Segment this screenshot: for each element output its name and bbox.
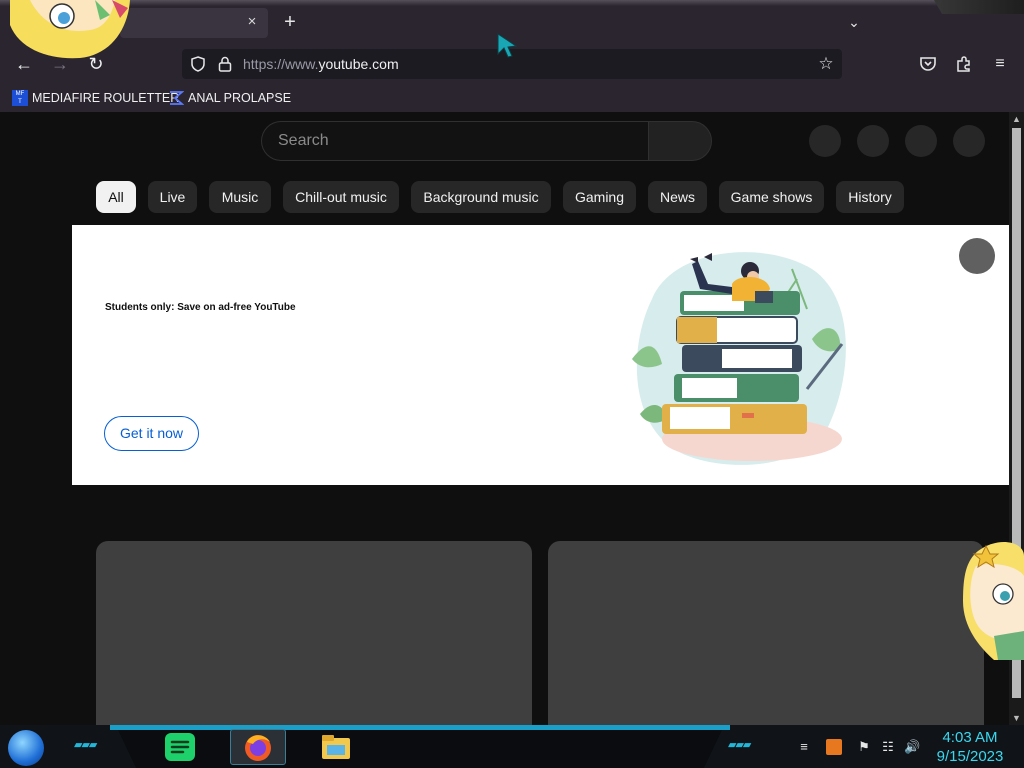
cartoon-star-girl-sticker — [963, 541, 1024, 660]
pocket-icon[interactable] — [918, 54, 938, 74]
scroll-up-icon[interactable]: ▲ — [1009, 112, 1024, 126]
taskbar: ▰▰▰ ▰▰▰ ≡ ⚑ ☷ 🔊 4:03 AM 9/15/2023 — [0, 725, 1024, 768]
window-corner-decoration — [934, 0, 1024, 14]
promo-banner: Students only: Save on ad-free YouTube G… — [72, 225, 1009, 485]
cartoon-girl-sticker — [10, 0, 130, 59]
dismiss-banner-button[interactable] — [959, 238, 995, 274]
new-tab-button[interactable]: + — [280, 10, 300, 34]
sigma-icon — [170, 91, 184, 105]
tray-overflow-icon[interactable]: ≡ — [796, 739, 812, 755]
search-button[interactable] — [648, 121, 712, 161]
bookmark-star-icon[interactable]: ☆ — [816, 54, 836, 74]
network-icon[interactable]: ☷ — [880, 739, 896, 755]
chip-chill-out-music[interactable]: Chill-out music — [283, 181, 399, 213]
avatar[interactable] — [953, 125, 985, 157]
taskbar-center-plate — [118, 730, 722, 768]
clock-date: 9/15/2023 — [936, 748, 1004, 765]
chip-background-music[interactable]: Background music — [411, 181, 551, 213]
action-center-flag-icon[interactable]: ⚑ — [856, 739, 872, 755]
student-reading-on-books-illustration — [632, 252, 846, 465]
window-rim — [0, 0, 1024, 6]
taskbar-decoration-icon: ▰▰▰ — [74, 739, 97, 751]
get-it-now-button[interactable]: Get it now — [104, 416, 199, 451]
url-domain: youtube.com — [318, 56, 399, 72]
header-icon-placeholder[interactable] — [857, 125, 889, 157]
chip-live[interactable]: Live — [148, 181, 197, 213]
extensions-icon[interactable] — [954, 54, 974, 74]
lock-icon[interactable] — [218, 56, 232, 72]
chip-all[interactable]: All — [96, 181, 136, 213]
mouse-cursor-icon — [497, 33, 518, 58]
tray-app-icon[interactable] — [826, 739, 842, 755]
chip-music[interactable]: Music — [209, 181, 271, 213]
chip-gaming[interactable]: Gaming — [563, 181, 636, 213]
volume-icon[interactable]: 🔊 — [904, 739, 920, 755]
video-thumbnail-placeholder[interactable] — [96, 541, 532, 725]
chip-game-shows[interactable]: Game shows — [719, 181, 824, 213]
chip-news[interactable]: News — [648, 181, 707, 213]
system-clock[interactable]: 4:03 AM 9/15/2023 — [930, 728, 1010, 766]
tab-close-icon[interactable]: × — [244, 12, 260, 32]
hamburger-menu-icon[interactable]: ≡ — [990, 54, 1010, 74]
taskbar-decoration-icon: ▰▰▰ — [728, 739, 751, 751]
bookmarks-toolbar: MF T MEDIAFIRE ROULETTER ANAL PROLAPSE — [0, 84, 1024, 112]
list-all-tabs-button[interactable]: ⌄ — [844, 10, 864, 34]
mediafire-icon: MF T — [12, 90, 28, 106]
clock-time: 4:03 AM — [942, 729, 998, 746]
search-input[interactable] — [278, 130, 638, 152]
url-text[interactable]: https://www.youtube.com — [243, 56, 399, 72]
bookmark-anal-prolapse[interactable]: ANAL PROLAPSE — [168, 89, 291, 107]
tracking-protection-shield-icon[interactable] — [190, 56, 206, 72]
bookmark-mediafire-rouletter[interactable]: MF T MEDIAFIRE ROULETTER — [12, 89, 179, 107]
file-explorer-icon[interactable] — [319, 730, 353, 764]
bookmark-label: ANAL PROLAPSE — [188, 91, 292, 105]
bookmark-label: MEDIAFIRE ROULETTER — [32, 91, 180, 105]
promo-headline: Students only: Save on ad-free YouTube — [105, 302, 296, 313]
header-icon-placeholder[interactable] — [905, 125, 937, 157]
video-thumbnail-placeholder[interactable] — [548, 541, 984, 725]
search-box[interactable] — [261, 121, 649, 161]
taskbar-accent-band — [110, 725, 730, 730]
start-button[interactable] — [8, 730, 44, 766]
youtube-page: All Live Music Chill-out music Backgroun… — [0, 112, 1024, 725]
spotify-icon[interactable] — [163, 730, 197, 764]
header-icon-placeholder[interactable] — [809, 125, 841, 157]
url-prefix: https://www. — [243, 56, 319, 72]
scroll-down-icon[interactable]: ▼ — [1009, 711, 1024, 725]
chip-history[interactable]: History — [836, 181, 904, 213]
firefox-icon[interactable] — [241, 730, 275, 764]
